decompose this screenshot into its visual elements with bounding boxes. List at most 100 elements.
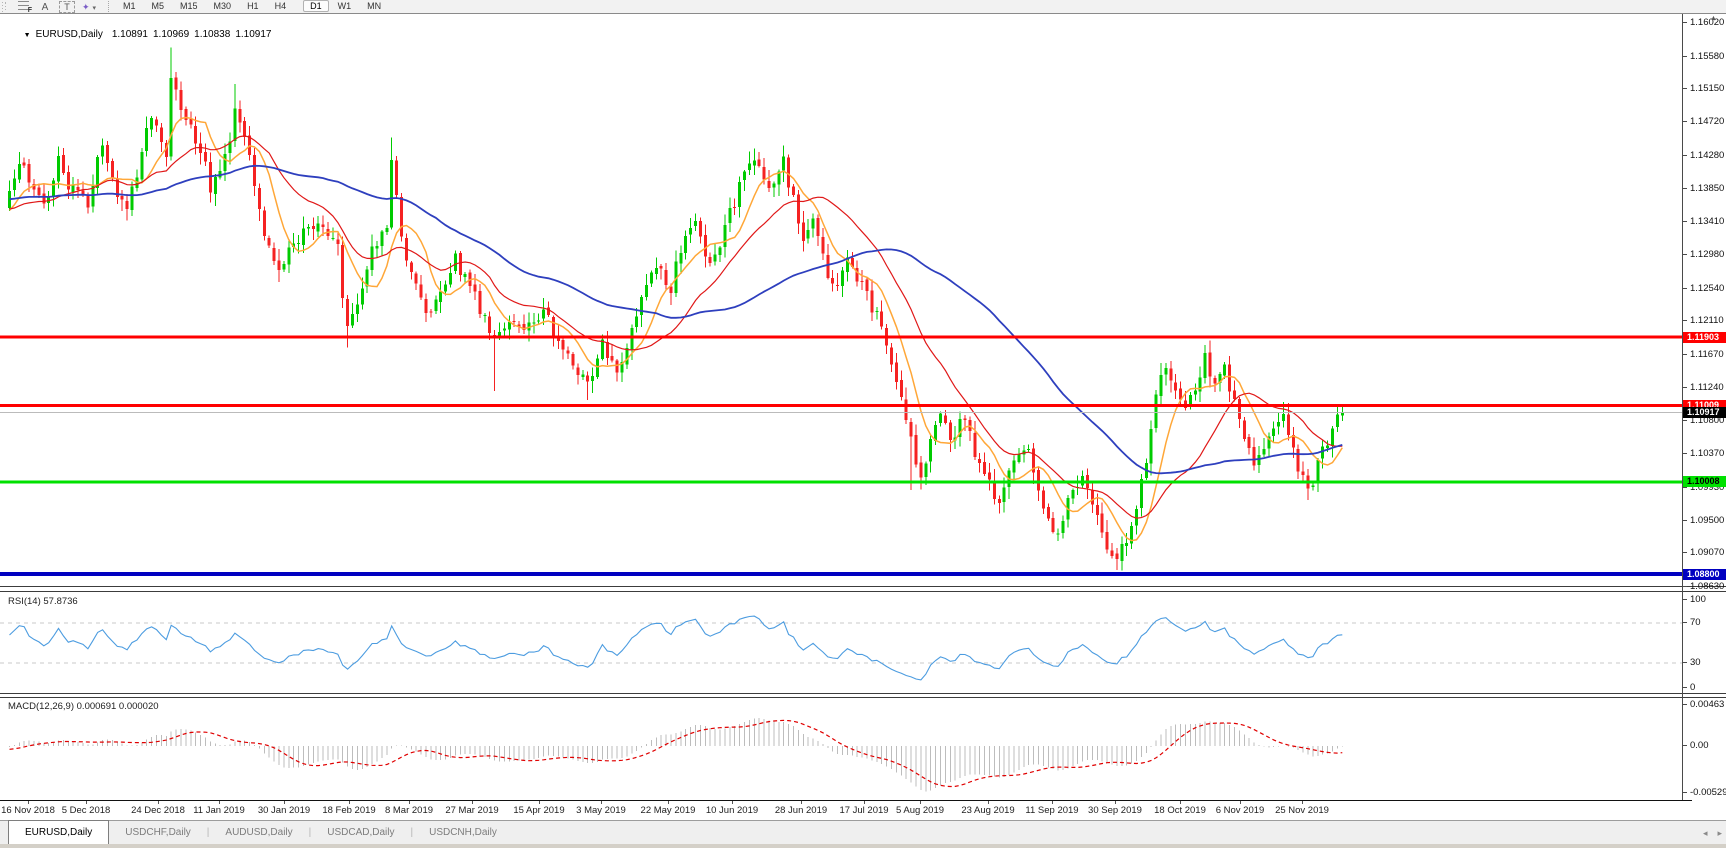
- date-tick: [1180, 801, 1181, 804]
- price-tick: 1.12980: [1683, 249, 1724, 260]
- date-tick: [601, 801, 602, 804]
- macd-histogram: [10, 718, 1343, 791]
- candles-layer: [8, 47, 1344, 570]
- price-tick: 1.14720: [1683, 116, 1724, 127]
- timeframe-button-mn[interactable]: MN: [360, 0, 388, 12]
- price-tick: 1.13850: [1683, 183, 1724, 194]
- date-label: 11 Sep 2019: [1025, 805, 1078, 816]
- chart-tab-bar: EURUSD,DailyUSDCHF,Daily|AUDUSD,Daily|US…: [0, 820, 1726, 844]
- date-label: 28 Jun 2019: [775, 805, 827, 816]
- price-tick: 1.11670: [1683, 349, 1724, 360]
- open-value: 1.10891: [112, 29, 148, 40]
- macd-tick: 0.00463: [1683, 699, 1724, 710]
- chart-tabs: EURUSD,DailyUSDCHF,Daily|AUDUSD,Daily|US…: [0, 821, 513, 844]
- fibonacci-tool[interactable]: F: [15, 0, 31, 12]
- chart-tab-usdcnh[interactable]: USDCNH,Daily: [413, 821, 513, 844]
- date-label: 16 Nov 2018: [1, 805, 55, 816]
- timeframes-toolbar: M1M5M15M30H1H4 D1W1MN: [115, 1, 389, 12]
- timeframe-button-m30[interactable]: M30: [207, 0, 239, 12]
- date-tick: [284, 801, 285, 804]
- rsi-indicator-label: RSI(14) 57.8736: [8, 596, 78, 607]
- chart-canvas[interactable]: ▼EURUSD,Daily1.108911.109691.108381.1091…: [0, 14, 1726, 801]
- price-tick: 1.15580: [1683, 51, 1724, 62]
- chart-tab-usdchf[interactable]: USDCHF,Daily: [109, 821, 207, 844]
- date-tick: [158, 801, 159, 804]
- price-tick: 1.12110: [1683, 315, 1724, 326]
- macd-layer: [10, 718, 1343, 791]
- chevron-down-icon[interactable]: ▼: [24, 32, 31, 39]
- chart-tab-eurusd[interactable]: EURUSD,Daily: [8, 820, 109, 844]
- date-tick: [472, 801, 473, 804]
- toolbar: FAT ✦▾ M1M5M15M30H1H4 D1W1MN: [0, 0, 1726, 14]
- date-label: 23 Aug 2019: [961, 805, 1014, 816]
- date-label: 18 Feb 2019: [322, 805, 375, 816]
- date-tick: [219, 801, 220, 804]
- timeframe-button-m15[interactable]: M15: [173, 0, 205, 12]
- arrows-tool[interactable]: ✦▾: [81, 2, 97, 14]
- tab-scroll-controls: ◂ ▸: [1703, 821, 1722, 845]
- price-line-tag: 1.11903: [1683, 332, 1726, 343]
- date-tick: [28, 801, 29, 804]
- date-label: 10 Jun 2019: [706, 805, 758, 816]
- date-tick: [1302, 801, 1303, 804]
- macd-tick: -0.00529: [1683, 787, 1726, 798]
- panel-separator[interactable]: [0, 693, 1726, 694]
- price-tick: 1.09070: [1683, 547, 1724, 558]
- timeframe-button-h1[interactable]: H1: [240, 0, 266, 12]
- close-value: 1.10917: [235, 29, 271, 40]
- price-tick: 1.08630: [1683, 581, 1724, 592]
- rsi-tick: 30: [1683, 657, 1701, 668]
- price-tick: 1.13410: [1683, 216, 1724, 227]
- ma-slow-line: [10, 166, 1343, 474]
- date-label: 15 Apr 2019: [513, 805, 564, 816]
- mt4-chart-window: FAT✦▾ M1M5M15M30H1H4D1W1MN ▼EURUSD,Daily…: [0, 0, 1726, 848]
- panel-separator[interactable]: [0, 591, 1726, 592]
- date-tick: [864, 801, 865, 804]
- price-tick: 1.15150: [1683, 83, 1724, 94]
- date-tick: [539, 801, 540, 804]
- ohlc-readout: 1.108911.109691.108381.10917: [112, 29, 277, 40]
- chart-tab-usdcad[interactable]: USDCAD,Daily: [311, 821, 410, 844]
- date-label: 30 Jan 2019: [258, 805, 310, 816]
- toolbar-drag-handle-icon[interactable]: [2, 2, 8, 12]
- date-axis[interactable]: 16 Nov 20185 Dec 201824 Dec 201811 Jan 2…: [0, 801, 1726, 820]
- price-line-tag: 1.08800: [1683, 569, 1726, 580]
- text-tool[interactable]: A: [37, 2, 53, 14]
- timeframe-button-h4[interactable]: H4: [268, 0, 294, 12]
- label-tool[interactable]: T: [59, 1, 75, 13]
- panel-separator[interactable]: [0, 586, 1726, 587]
- rsi-tick: 70: [1683, 617, 1701, 628]
- date-label: 6 Nov 2019: [1216, 805, 1265, 816]
- timeframe-button-w1[interactable]: W1: [331, 0, 359, 12]
- tab-scroll-left-icon[interactable]: ◂: [1703, 828, 1708, 839]
- date-tick: [732, 801, 733, 804]
- price-line-tag: 1.10917: [1683, 407, 1726, 418]
- date-tick: [801, 801, 802, 804]
- date-tick: [1240, 801, 1241, 804]
- date-tick: [988, 801, 989, 804]
- line-studies-toolbar: FAT ✦▾: [12, 0, 100, 14]
- rsi-tick: 100: [1683, 594, 1706, 605]
- timeframe-button-m5[interactable]: M5: [145, 0, 172, 12]
- price-tick: 1.14280: [1683, 150, 1724, 161]
- macd-signal-line: [10, 720, 1343, 786]
- date-label: 18 Oct 2019: [1154, 805, 1206, 816]
- price-tick: 1.11240: [1683, 382, 1724, 393]
- date-label: 8 Mar 2019: [385, 805, 433, 816]
- price-line-tag: 1.10008: [1683, 476, 1726, 487]
- timeframe-button-m1[interactable]: M1: [116, 0, 143, 12]
- date-label: 3 May 2019: [576, 805, 626, 816]
- date-label: 5 Dec 2018: [62, 805, 111, 816]
- panel-separator[interactable]: [0, 697, 1726, 698]
- chart-plot-svg[interactable]: [0, 14, 1682, 801]
- date-tick: [668, 801, 669, 804]
- tab-scroll-right-icon[interactable]: ▸: [1717, 828, 1722, 839]
- chart-tab-audusd[interactable]: AUDUSD,Daily: [209, 821, 308, 844]
- price-tick: 1.09500: [1683, 515, 1724, 526]
- price-axis[interactable]: 1.160201.155801.151501.147201.142801.138…: [1683, 14, 1726, 801]
- date-tick: [920, 801, 921, 804]
- price-tick: 1.10370: [1683, 448, 1724, 459]
- date-tick: [1115, 801, 1116, 804]
- timeframe-button-d1[interactable]: D1: [303, 0, 329, 12]
- rsi-tick: 0: [1683, 682, 1695, 693]
